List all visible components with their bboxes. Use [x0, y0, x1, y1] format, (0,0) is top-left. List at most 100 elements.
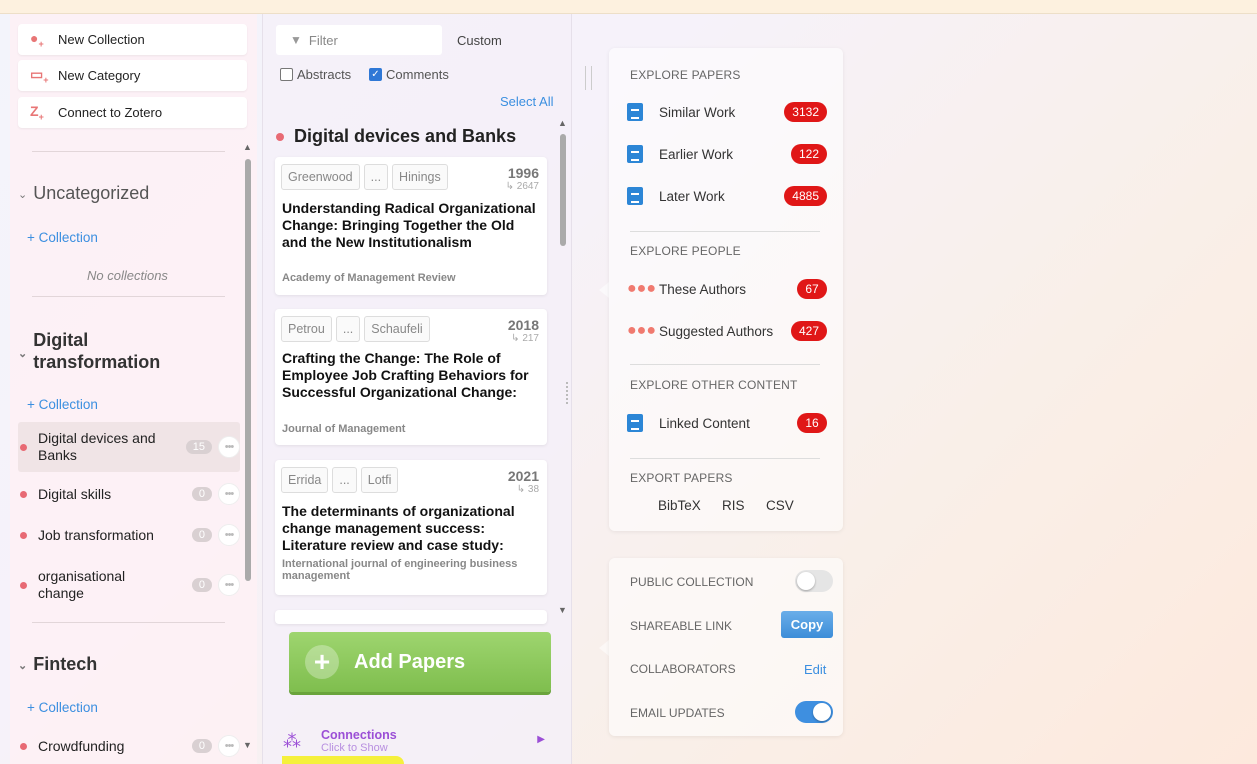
collection-count-badge: 15: [185, 440, 212, 454]
divider: [630, 458, 820, 459]
author-chip[interactable]: Lotfi: [360, 467, 399, 493]
divider: [630, 231, 820, 232]
zotero-icon: Z+: [30, 103, 44, 122]
new-collection-button[interactable]: ●+ New Collection: [18, 24, 247, 55]
paper-card[interactable]: Errida ... Lotfi 2021 ↳ 38 The determina…: [275, 460, 547, 595]
author-chip[interactable]: Errida: [281, 467, 329, 493]
sort-dropdown[interactable]: Custom: [457, 33, 502, 48]
sidebar-scrollbar[interactable]: [245, 159, 251, 581]
author-chip[interactable]: Petrou: [281, 316, 332, 342]
divider: [32, 296, 225, 297]
collection-dot: [20, 742, 27, 750]
paper-card-partial[interactable]: [275, 610, 547, 624]
category-name: Fintech: [33, 654, 98, 674]
divider: [630, 364, 820, 365]
more-options-icon[interactable]: •••: [218, 574, 240, 596]
panel-drag-handle[interactable]: [566, 382, 568, 404]
paper-title[interactable]: Crafting the Change: The Role of Employe…: [282, 350, 540, 401]
similar-work-link[interactable]: Similar Work 3132: [627, 99, 827, 125]
more-options-icon[interactable]: •••: [218, 483, 240, 505]
author-ellipsis[interactable]: ...: [332, 467, 357, 493]
paper-list-panel: ▼ Filter Custom Abstracts ✓ Comments Sel…: [262, 14, 572, 764]
paper-year: 2018: [507, 317, 539, 333]
more-options-icon[interactable]: •••: [218, 436, 240, 458]
scroll-down-arrow[interactable]: ▼: [558, 605, 567, 615]
chevron-right-icon: ▶: [537, 734, 545, 745]
explore-panel: EXPLORE PAPERS Similar Work 3132 Earlier…: [609, 48, 843, 531]
network-icon: ⁂: [283, 730, 301, 751]
sidebar: ●+ New Collection ▭+ New Category Z+ Con…: [10, 14, 257, 764]
copy-link-button[interactable]: Copy: [781, 611, 833, 638]
citation-count: ↳ 38: [516, 484, 539, 495]
later-work-label: Later Work: [659, 188, 725, 204]
abstracts-label: Abstracts: [297, 67, 352, 82]
linked-content-link[interactable]: Linked Content 16: [627, 410, 827, 436]
add-collection-link[interactable]: + Collection: [27, 397, 98, 412]
category-uncategorized[interactable]: ⌄ Uncategorized: [18, 183, 149, 204]
paper-list-scrollbar[interactable]: [560, 134, 566, 246]
email-updates-toggle[interactable]: [795, 701, 833, 723]
collection-digital-skills[interactable]: Digital skills 0 •••: [18, 482, 240, 506]
paper-card[interactable]: Petrou ... Schaufeli 2018 ↳ 217 Crafting…: [275, 309, 547, 445]
citation-count: ↳ 2647: [505, 181, 539, 192]
collection-crowdfunding[interactable]: Crowdfunding 0 •••: [18, 734, 240, 758]
add-collection-link[interactable]: + Collection: [27, 700, 98, 715]
chevron-down-icon: ⌄: [18, 189, 28, 201]
panel-resize-handle[interactable]: [585, 66, 592, 90]
add-papers-label: Add Papers: [354, 650, 466, 673]
abstracts-checkbox[interactable]: Abstracts: [280, 67, 351, 82]
new-collection-label: New Collection: [58, 32, 145, 47]
new-category-button[interactable]: ▭+ New Category: [18, 60, 247, 91]
collection-dot: [20, 531, 27, 539]
explore-other-heading: EXPLORE OTHER CONTENT: [630, 378, 798, 392]
author-ellipsis[interactable]: ...: [363, 164, 389, 190]
these-authors-link[interactable]: ●●● These Authors 67: [627, 276, 827, 302]
more-options-icon[interactable]: •••: [218, 524, 240, 546]
collection-digital-devices-and-banks[interactable]: Digital devices and Banks 15 •••: [18, 422, 240, 472]
document-icon: [627, 103, 659, 121]
collection-count-badge: 0: [191, 528, 212, 542]
later-work-count: 4885: [784, 186, 827, 206]
comments-checkbox[interactable]: ✓ Comments: [369, 67, 449, 82]
add-papers-button[interactable]: + Add Papers: [289, 632, 551, 692]
author-chip[interactable]: Schaufeli: [364, 316, 430, 342]
document-icon: [627, 414, 659, 432]
earlier-work-link[interactable]: Earlier Work 122: [627, 141, 827, 167]
collection-dot: [20, 443, 27, 451]
collection-dot: [276, 132, 284, 141]
scroll-up-arrow[interactable]: ▲: [243, 142, 252, 152]
paper-title[interactable]: The determinants of organizational chang…: [282, 503, 540, 554]
author-ellipsis[interactable]: ...: [335, 316, 361, 342]
category-digital-transformation[interactable]: ⌄ Digital transformation: [18, 329, 183, 373]
linked-content-label: Linked Content: [659, 415, 750, 431]
paper-card[interactable]: Greenwood ... Hinings 1996 ↳ 2647 Unders…: [275, 157, 547, 295]
collection-label: organisational change: [38, 568, 126, 601]
add-collection-link[interactable]: + Collection: [27, 230, 98, 245]
public-collection-toggle[interactable]: [795, 570, 833, 592]
suggested-authors-link[interactable]: ●●● Suggested Authors 427: [627, 318, 827, 344]
edit-collaborators-link[interactable]: Edit: [804, 662, 826, 677]
suggested-authors-count: 427: [790, 321, 827, 341]
collection-organisational-change[interactable]: organisational change 0 •••: [18, 565, 240, 605]
select-all-link[interactable]: Select All: [500, 94, 553, 109]
connections-toggle[interactable]: ⁂ Connections Click to Show ▶: [283, 726, 553, 756]
export-bibtex-link[interactable]: BibTeX: [658, 498, 701, 513]
scroll-up-arrow[interactable]: ▲: [558, 118, 567, 128]
export-ris-link[interactable]: RIS: [722, 498, 745, 513]
category-fintech[interactable]: ⌄ Fintech: [18, 654, 97, 675]
collection-job-transformation[interactable]: Job transformation 0 •••: [18, 523, 240, 547]
filter-input[interactable]: ▼ Filter: [276, 25, 442, 55]
author-chip[interactable]: Greenwood: [281, 164, 360, 190]
connections-subtitle: Click to Show: [321, 741, 388, 754]
export-csv-link[interactable]: CSV: [766, 498, 794, 513]
connect-zotero-button[interactable]: Z+ Connect to Zotero: [18, 97, 247, 128]
scroll-down-arrow[interactable]: ▼: [243, 740, 252, 750]
author-chip[interactable]: Hinings: [392, 164, 448, 190]
panel-pointer: [599, 282, 609, 298]
later-work-link[interactable]: Later Work 4885: [627, 183, 827, 209]
more-options-icon[interactable]: •••: [218, 735, 240, 757]
collaborators-label: COLLABORATORS: [630, 662, 736, 676]
citation-count: ↳ 217: [511, 333, 539, 344]
paper-title[interactable]: Understanding Radical Organizational Cha…: [282, 200, 540, 251]
collection-count-badge: 0: [191, 578, 212, 592]
